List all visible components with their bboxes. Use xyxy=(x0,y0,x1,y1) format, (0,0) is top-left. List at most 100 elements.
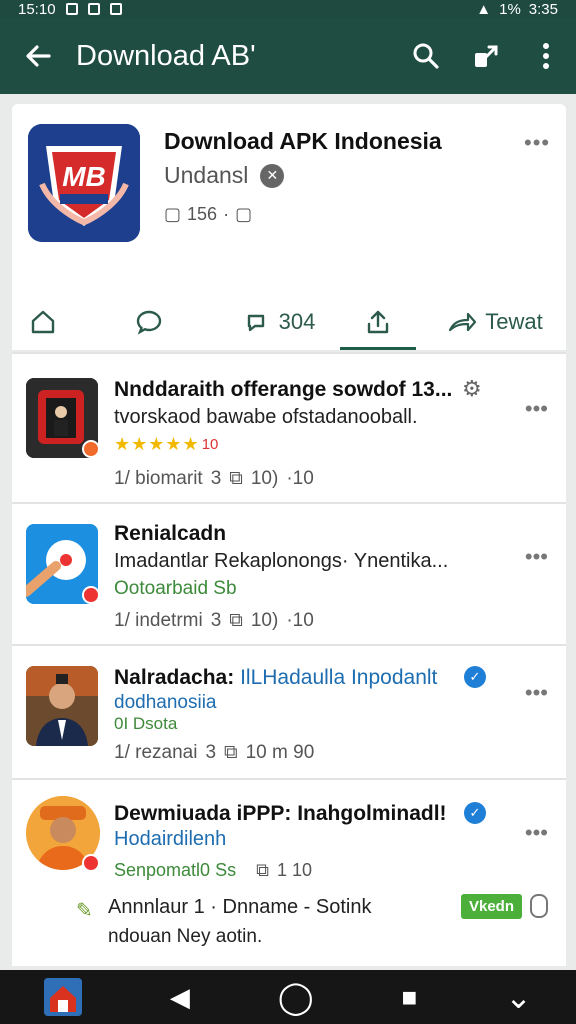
meta-views: ·10 xyxy=(286,468,314,489)
nav-recent-icon[interactable]: ■ xyxy=(402,982,418,1013)
list-item[interactable]: Nalradacha: IlLHadaulla Inpodanlt ✓ dodh… xyxy=(12,644,566,778)
share-icon[interactable] xyxy=(456,18,516,94)
more-vert-icon[interactable] xyxy=(516,18,576,94)
gear-icon[interactable]: ⚙ xyxy=(462,376,482,402)
item-thumbnail xyxy=(26,666,98,746)
item-meta: 1/ rezanai 3 ⧉ 10 m 90 xyxy=(114,742,314,764)
upload-icon[interactable] xyxy=(340,294,416,350)
item-subtitle: Imadantlar Rekaplonongs· Ynentika... xyxy=(114,550,449,572)
item-meta: 1/ biomarit 3 ⧉ 10) ·10 xyxy=(114,468,314,490)
status-bar: 15:10 ▲ 1% 3:35 xyxy=(0,0,576,18)
badge-icon xyxy=(82,854,100,872)
app-bar: Download AB' xyxy=(0,18,576,94)
toggle-icon[interactable] xyxy=(530,894,548,918)
item-link[interactable]: dodhanosiia xyxy=(114,692,216,714)
list-item[interactable]: Renialcadn Imadantlar Rekaplonongs· Ynen… xyxy=(12,502,566,644)
more-horiz-icon[interactable]: ••• xyxy=(525,396,548,422)
repost-icon xyxy=(247,314,264,332)
item-source: Senpomatl0 Ss xyxy=(114,860,237,880)
item-title: Nnddaraith offerange sowdof 13... xyxy=(114,378,453,401)
item-subtitle: tvorskaod bawabe ofstadanooball. xyxy=(114,406,418,428)
rating-text: 10 xyxy=(201,436,219,453)
item-link[interactable]: Hodairdilenh xyxy=(114,828,226,851)
verified-icon: ✓ xyxy=(464,666,486,688)
post-icon: ▢ xyxy=(164,204,182,224)
item-footer-line1: Annnlaur 1 · Dnname - Sotink xyxy=(108,896,372,918)
repost-icon: ⧉ xyxy=(256,860,269,880)
repost-icon: ⧉ xyxy=(229,468,243,489)
more-horiz-icon[interactable]: ••• xyxy=(524,130,550,156)
star-icon: ★★★★★ xyxy=(114,434,200,454)
channel-count: 156 xyxy=(187,204,218,224)
item-meta: 1/ indetrmi 3 ⧉ 10) ·10 xyxy=(114,610,314,632)
notification-icon xyxy=(87,3,100,15)
post-list: Nnddaraith offerange sowdof 13... ⚙ tvor… xyxy=(12,352,566,966)
more-horiz-icon[interactable]: ••• xyxy=(525,680,548,706)
list-item[interactable]: Dewmiuada iPPP: Inahgolminadl! ✓ Hodaird… xyxy=(12,778,566,966)
repost-count: 304 xyxy=(278,309,316,334)
forward-button[interactable]: Tewat xyxy=(424,294,566,350)
item-title: Dewmiuada iPPP: Inahgolminadl! xyxy=(114,802,447,825)
app-shortcut-icon[interactable] xyxy=(43,978,82,1016)
page-title: Download AB' xyxy=(76,39,256,72)
notification-icon xyxy=(109,3,122,15)
arrow-left-icon[interactable] xyxy=(0,18,76,94)
nav-down-icon[interactable]: ⌄ xyxy=(505,978,532,1016)
nav-back-icon[interactable]: ◀ xyxy=(170,982,190,1013)
channel-logo[interactable]: MB xyxy=(28,124,140,242)
forward-icon xyxy=(449,312,477,332)
badge-icon xyxy=(82,440,100,458)
comment-icon[interactable] xyxy=(74,294,224,350)
item-title: Renialcadn xyxy=(114,522,227,545)
repost-icon: ⧉ xyxy=(224,742,238,763)
rating-row: ★★★★★ 10 xyxy=(114,434,218,455)
home-icon[interactable] xyxy=(12,294,74,350)
system-nav-bar: ◀ ◯ ■ ⌄ xyxy=(0,970,576,1024)
leaf-icon: ✎ xyxy=(76,900,93,922)
forward-label: Tewat xyxy=(485,309,543,334)
battery-level: 1% xyxy=(499,0,521,18)
meta-dot: · xyxy=(223,204,230,224)
item-source: Ootoarbaid Sb xyxy=(114,578,237,599)
search-icon[interactable] xyxy=(396,18,456,94)
more-horiz-icon[interactable]: ••• xyxy=(525,820,548,846)
notification-icon xyxy=(65,3,78,15)
item-title-bold: Nalradacha: xyxy=(114,666,241,689)
nav-home-icon[interactable]: ◯ xyxy=(278,978,314,1016)
post-icon: ▢ xyxy=(235,204,253,224)
channel-subtitle-row: Undansl ✕ xyxy=(164,162,285,189)
channel-title: Download APK Indonesia xyxy=(164,128,442,154)
meta-count: 3 xyxy=(210,468,222,489)
item-source-row: Senpomatl0 Ss ⧉ 1 10 xyxy=(114,860,312,881)
repost-button[interactable]: 304 xyxy=(224,294,334,350)
meta-reposts: 1 10 xyxy=(276,860,312,880)
meta-views: ·10 xyxy=(286,610,314,631)
status-time: 15:10 xyxy=(18,0,56,18)
meta-author: 1/ rezanai xyxy=(114,742,198,763)
meta-count: 3 xyxy=(205,742,217,763)
repost-icon: ⧉ xyxy=(229,610,243,631)
meta-reposts: 10) xyxy=(250,468,279,489)
channel-card: MB Download APK Indonesia Undansl ✕ ▢ 15… xyxy=(12,104,566,350)
item-title-blue: IlLHadaulla Inpodanlt xyxy=(240,666,438,689)
channel-actions: 304 Tewat xyxy=(12,294,566,350)
verified-icon: ✓ xyxy=(464,802,486,824)
item-source: 0I Dsota xyxy=(114,714,178,733)
status-clock: 3:35 xyxy=(528,0,558,18)
more-horiz-icon[interactable]: ••• xyxy=(525,544,548,570)
meta-count: 3 xyxy=(210,610,222,631)
meta-reposts: 10) xyxy=(250,610,279,631)
list-item[interactable]: Nnddaraith offerange sowdof 13... ⚙ tvor… xyxy=(12,352,566,502)
meta-reposts: 10 m 90 xyxy=(245,742,315,763)
meta-author: 1/ indetrmi xyxy=(114,610,203,631)
verified-icon: ✕ xyxy=(260,163,285,188)
item-footer-line2: ndouan Ney aotin. xyxy=(108,926,263,947)
item-title: Nalradacha: IlLHadaulla Inpodanlt xyxy=(114,666,454,690)
channel-subtitle: Undansl xyxy=(164,162,249,188)
badge-icon xyxy=(82,586,100,604)
signal-icon: ▲ xyxy=(476,0,492,18)
status-badge[interactable]: Vkedn xyxy=(460,894,522,919)
channel-meta: ▢ 156 · ▢ xyxy=(164,204,252,225)
svg-text:MB: MB xyxy=(62,161,106,192)
meta-author: 1/ biomarit xyxy=(114,468,203,489)
